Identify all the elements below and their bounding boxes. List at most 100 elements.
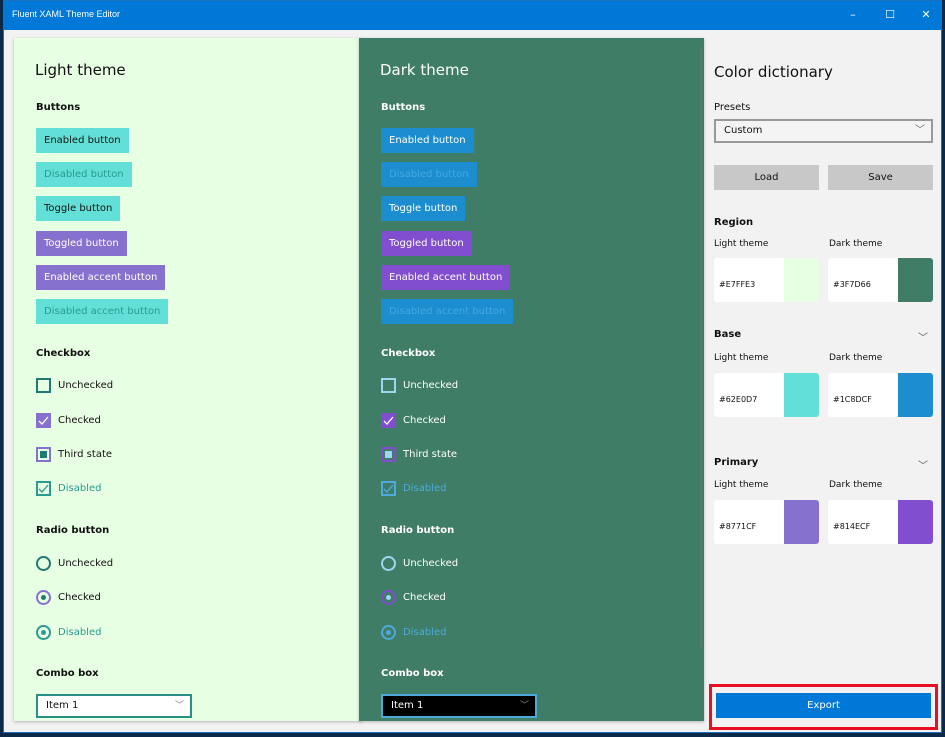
radio-label: Unchecked	[58, 557, 114, 569]
color-preview	[784, 258, 819, 302]
radio-label: Disabled	[403, 626, 447, 638]
light-disabled-button: Disabled button	[36, 162, 132, 187]
color-hex: #3F7D66	[833, 280, 871, 289]
dark-combo-box[interactable]: Item 1 ﹀	[381, 694, 537, 718]
color-hex: #62E0D7	[719, 395, 758, 404]
close-button[interactable]: ✕	[916, 6, 936, 24]
light-theme-panel: Light theme Buttons Enabled button Disab…	[14, 38, 362, 721]
dark-checkbox-checked[interactable]: Checked	[381, 412, 446, 428]
light-disabled-accent-button: Disabled accent button	[36, 299, 169, 324]
light-toggled-button[interactable]: Toggled button	[36, 231, 127, 256]
radio-label: Checked	[403, 591, 446, 603]
dark-checkbox-unchecked[interactable]: Unchecked	[381, 377, 458, 393]
chevron-down-icon[interactable]: ﹀	[918, 457, 928, 472]
radio-empty-icon	[381, 555, 396, 571]
dark-toggled-button[interactable]: Toggled button	[381, 231, 472, 256]
checkbox-empty-icon	[381, 377, 396, 393]
region-dark-label: Dark theme	[829, 239, 883, 249]
light-toggle-button[interactable]: Toggle button	[36, 196, 121, 221]
light-checkbox-checked[interactable]: Checked	[36, 412, 101, 428]
dark-enabled-button[interactable]: Enabled button	[381, 128, 474, 153]
color-preview	[898, 258, 933, 302]
color-hex: #1C8DCF	[833, 395, 872, 404]
light-checkbox-disabled: Disabled	[36, 480, 101, 496]
checkbox-indeterminate-icon	[36, 446, 51, 462]
light-checkbox-third-state[interactable]: Third state	[36, 446, 112, 462]
primary-light-swatch[interactable]: #8771CF	[714, 500, 819, 544]
light-enabled-accent-button[interactable]: Enabled accent button	[36, 265, 166, 290]
app-window: Fluent XAML Theme Editor – ☐ ✕ Light the…	[3, 0, 942, 733]
checkbox-label: Unchecked	[58, 379, 114, 391]
light-checkbox-unchecked[interactable]: Unchecked	[36, 377, 113, 393]
color-preview	[898, 373, 933, 417]
minimize-button[interactable]: –	[843, 6, 863, 24]
region-light-swatch[interactable]: #E7FFE3	[714, 258, 819, 302]
color-preview	[784, 500, 819, 544]
color-preview	[898, 500, 933, 544]
checkmark-icon	[381, 480, 396, 496]
dark-buttons-header: Buttons	[381, 102, 426, 113]
presets-value: Custom	[724, 125, 763, 136]
dark-radio-disabled: Disabled	[381, 624, 446, 640]
light-radio-disabled: Disabled	[36, 624, 101, 640]
base-light-swatch[interactable]: #62E0D7	[714, 373, 819, 417]
region-light-label: Light theme	[714, 239, 769, 249]
checkbox-label: Checked	[58, 414, 101, 426]
radio-selected-icon	[36, 624, 51, 640]
dark-theme-title: Dark theme	[380, 61, 469, 79]
primary-dark-swatch[interactable]: #814ECF	[828, 500, 933, 544]
radio-label: Disabled	[58, 626, 102, 638]
dark-radio-checked[interactable]: Checked	[381, 589, 446, 605]
base-light-label: Light theme	[714, 353, 769, 363]
region-group-title: Region	[714, 217, 754, 228]
load-button[interactable]: Load	[714, 165, 819, 190]
primary-light-label: Light theme	[714, 480, 769, 490]
checkbox-indeterminate-icon	[381, 446, 396, 462]
dark-radio-unchecked[interactable]: Unchecked	[381, 555, 458, 571]
light-combo-box[interactable]: Item 1 ﹀	[36, 694, 192, 718]
presets-label: Presets	[714, 102, 751, 113]
combo-value: Item 1	[46, 700, 79, 711]
presets-dropdown[interactable]: Custom ﹀	[714, 119, 933, 143]
dark-panel-scrollbar[interactable]	[700, 48, 702, 648]
light-checkbox-header: Checkbox	[36, 348, 91, 359]
light-radio-unchecked[interactable]: Unchecked	[36, 555, 113, 571]
dark-toggle-button[interactable]: Toggle button	[381, 196, 466, 221]
radio-label: Unchecked	[403, 557, 459, 569]
base-dark-swatch[interactable]: #1C8DCF	[828, 373, 933, 417]
dark-enabled-accent-button[interactable]: Enabled accent button	[381, 265, 511, 290]
dark-disabled-button: Disabled button	[381, 162, 477, 187]
checkmark-icon	[36, 480, 51, 496]
light-radio-checked[interactable]: Checked	[36, 589, 101, 605]
light-enabled-button[interactable]: Enabled button	[36, 128, 129, 153]
primary-group-title: Primary	[714, 457, 759, 468]
dark-radio-header: Radio button	[381, 525, 455, 536]
light-theme-title: Light theme	[35, 61, 126, 79]
checkbox-label: Unchecked	[403, 379, 459, 391]
chevron-down-icon[interactable]: ﹀	[918, 329, 928, 344]
chevron-down-icon: ﹀	[174, 701, 184, 711]
radio-label: Checked	[58, 591, 101, 603]
primary-dark-label: Dark theme	[829, 480, 883, 490]
maximize-button[interactable]: ☐	[880, 6, 900, 24]
export-highlight-box: Export	[709, 684, 938, 730]
title-bar[interactable]: Fluent XAML Theme Editor – ☐ ✕	[4, 1, 941, 30]
light-buttons-header: Buttons	[36, 102, 81, 113]
color-preview	[784, 373, 819, 417]
checkbox-label: Checked	[403, 414, 446, 426]
export-button[interactable]: Export	[716, 693, 931, 718]
region-dark-swatch[interactable]: #3F7D66	[828, 258, 933, 302]
base-group-title: Base	[714, 329, 742, 340]
window-title: Fluent XAML Theme Editor	[12, 9, 121, 19]
combo-value: Item 1	[391, 700, 424, 711]
color-hex: #814ECF	[833, 522, 871, 531]
dark-checkbox-third-state[interactable]: Third state	[381, 446, 457, 462]
color-dictionary-title: Color dictionary	[714, 63, 833, 81]
radio-selected-icon	[381, 624, 396, 640]
chevron-down-icon: ﹀	[915, 125, 925, 136]
save-button[interactable]: Save	[828, 165, 933, 190]
checkmark-icon	[36, 412, 51, 428]
base-dark-label: Dark theme	[829, 353, 883, 363]
light-radio-header: Radio button	[36, 525, 110, 536]
checkmark-icon	[381, 412, 396, 428]
